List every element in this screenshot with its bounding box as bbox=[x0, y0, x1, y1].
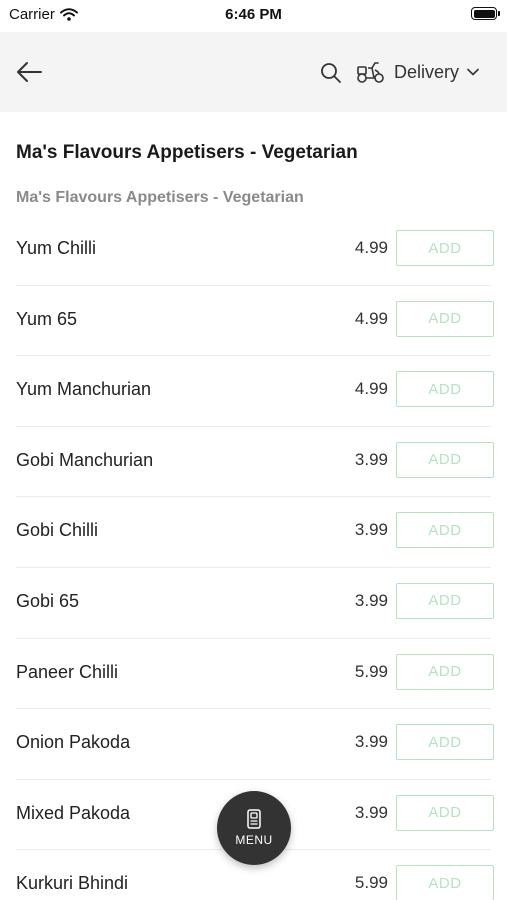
scooter-icon bbox=[357, 62, 384, 83]
delivery-mode-selector[interactable]: Delivery bbox=[356, 56, 479, 88]
item-price: 3.99 bbox=[354, 590, 388, 610]
item-price: 5.99 bbox=[354, 661, 388, 681]
status-time: 6:46 PM bbox=[225, 6, 282, 23]
item-name: Onion Pakoda bbox=[16, 732, 131, 753]
back-button[interactable] bbox=[14, 58, 44, 86]
item-name: Yum Chilli bbox=[16, 238, 97, 258]
section-subtitle: Ma's Flavours Appetisers - Vegetarian bbox=[16, 189, 304, 206]
menu-item: Onion Pakoda 3.99 ADD bbox=[0, 709, 507, 780]
add-button[interactable]: ADD bbox=[396, 582, 494, 619]
menu-item: Yum Manchurian 4.99 ADD bbox=[0, 356, 507, 427]
add-button[interactable]: ADD bbox=[396, 794, 494, 831]
top-header: Delivery bbox=[0, 32, 507, 112]
status-bar: Carrier 6:46 PM bbox=[0, 0, 507, 30]
item-price: 5.99 bbox=[354, 873, 388, 893]
menu-book-icon bbox=[247, 809, 261, 829]
search-icon bbox=[321, 63, 341, 83]
menu-item: Yum 65 4.99 ADD bbox=[0, 286, 507, 357]
add-button[interactable]: ADD bbox=[396, 441, 494, 478]
item-price: 3.99 bbox=[354, 520, 388, 540]
menu-item: Gobi 65 3.99 ADD bbox=[0, 568, 507, 639]
item-price: 3.99 bbox=[354, 732, 388, 752]
item-name: Kurkuri Bhindi bbox=[16, 873, 129, 894]
menu-item: Gobi Manchurian 3.99 ADD bbox=[0, 427, 507, 498]
item-name: Gobi 65 bbox=[16, 590, 80, 611]
section-title: Ma's Flavours Appetisers - Vegetarian bbox=[16, 142, 358, 163]
menu-item: Yum Chilli 4.99 ADD bbox=[0, 215, 507, 286]
search-button[interactable] bbox=[318, 60, 344, 86]
item-price: 3.99 bbox=[354, 802, 388, 822]
chevron-down-icon bbox=[467, 68, 479, 76]
menu-fab-button[interactable]: MENU bbox=[217, 791, 291, 865]
item-name: Yum Manchurian bbox=[16, 379, 152, 400]
item-name: Mixed Pakoda bbox=[16, 802, 131, 823]
item-name: Gobi Chilli bbox=[16, 520, 99, 541]
add-button[interactable]: ADD bbox=[396, 724, 494, 761]
battery-icon bbox=[471, 7, 500, 20]
item-name: Yum 65 bbox=[16, 308, 78, 329]
add-button[interactable]: ADD bbox=[396, 300, 494, 337]
item-price: 3.99 bbox=[354, 449, 388, 469]
add-button[interactable]: ADD bbox=[396, 512, 494, 549]
add-button[interactable]: ADD bbox=[396, 865, 494, 900]
add-button[interactable]: ADD bbox=[396, 653, 494, 690]
back-arrow-icon bbox=[17, 62, 42, 82]
item-price: 4.99 bbox=[354, 238, 388, 257]
menu-item: Gobi Chilli 3.99 ADD bbox=[0, 497, 507, 568]
menu-fab-label: MENU bbox=[235, 833, 273, 847]
item-name: Gobi Manchurian bbox=[16, 449, 154, 470]
item-price: 4.99 bbox=[354, 379, 388, 399]
item-price: 4.99 bbox=[354, 308, 388, 328]
menu-item: Paneer Chilli 5.99 ADD bbox=[0, 639, 507, 710]
add-button[interactable]: ADD bbox=[396, 371, 494, 408]
add-button[interactable]: ADD bbox=[396, 230, 494, 266]
delivery-label: Delivery bbox=[394, 61, 460, 82]
item-name: Paneer Chilli bbox=[16, 661, 119, 682]
